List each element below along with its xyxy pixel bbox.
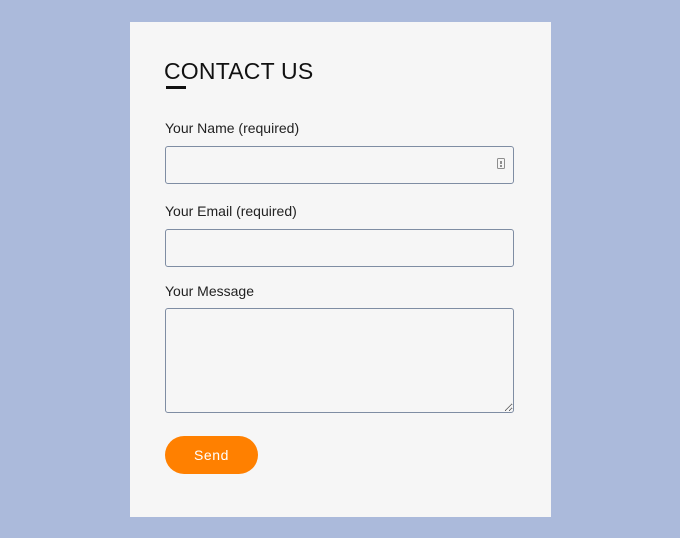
send-button[interactable]: Send [165,436,258,474]
page-title: CONTACT US [164,58,314,84]
title-underline [166,86,186,89]
autofill-card-icon[interactable] [497,158,505,169]
message-field[interactable] [165,308,514,413]
name-label: Your Name (required) [165,120,300,136]
email-label: Your Email (required) [165,203,297,219]
contact-form-card: CONTACT US Your Name (required) Your Ema… [130,22,551,517]
name-field-wrapper [165,146,514,184]
message-label: Your Message [165,283,254,299]
name-field[interactable] [165,146,514,184]
email-field[interactable] [165,229,514,267]
